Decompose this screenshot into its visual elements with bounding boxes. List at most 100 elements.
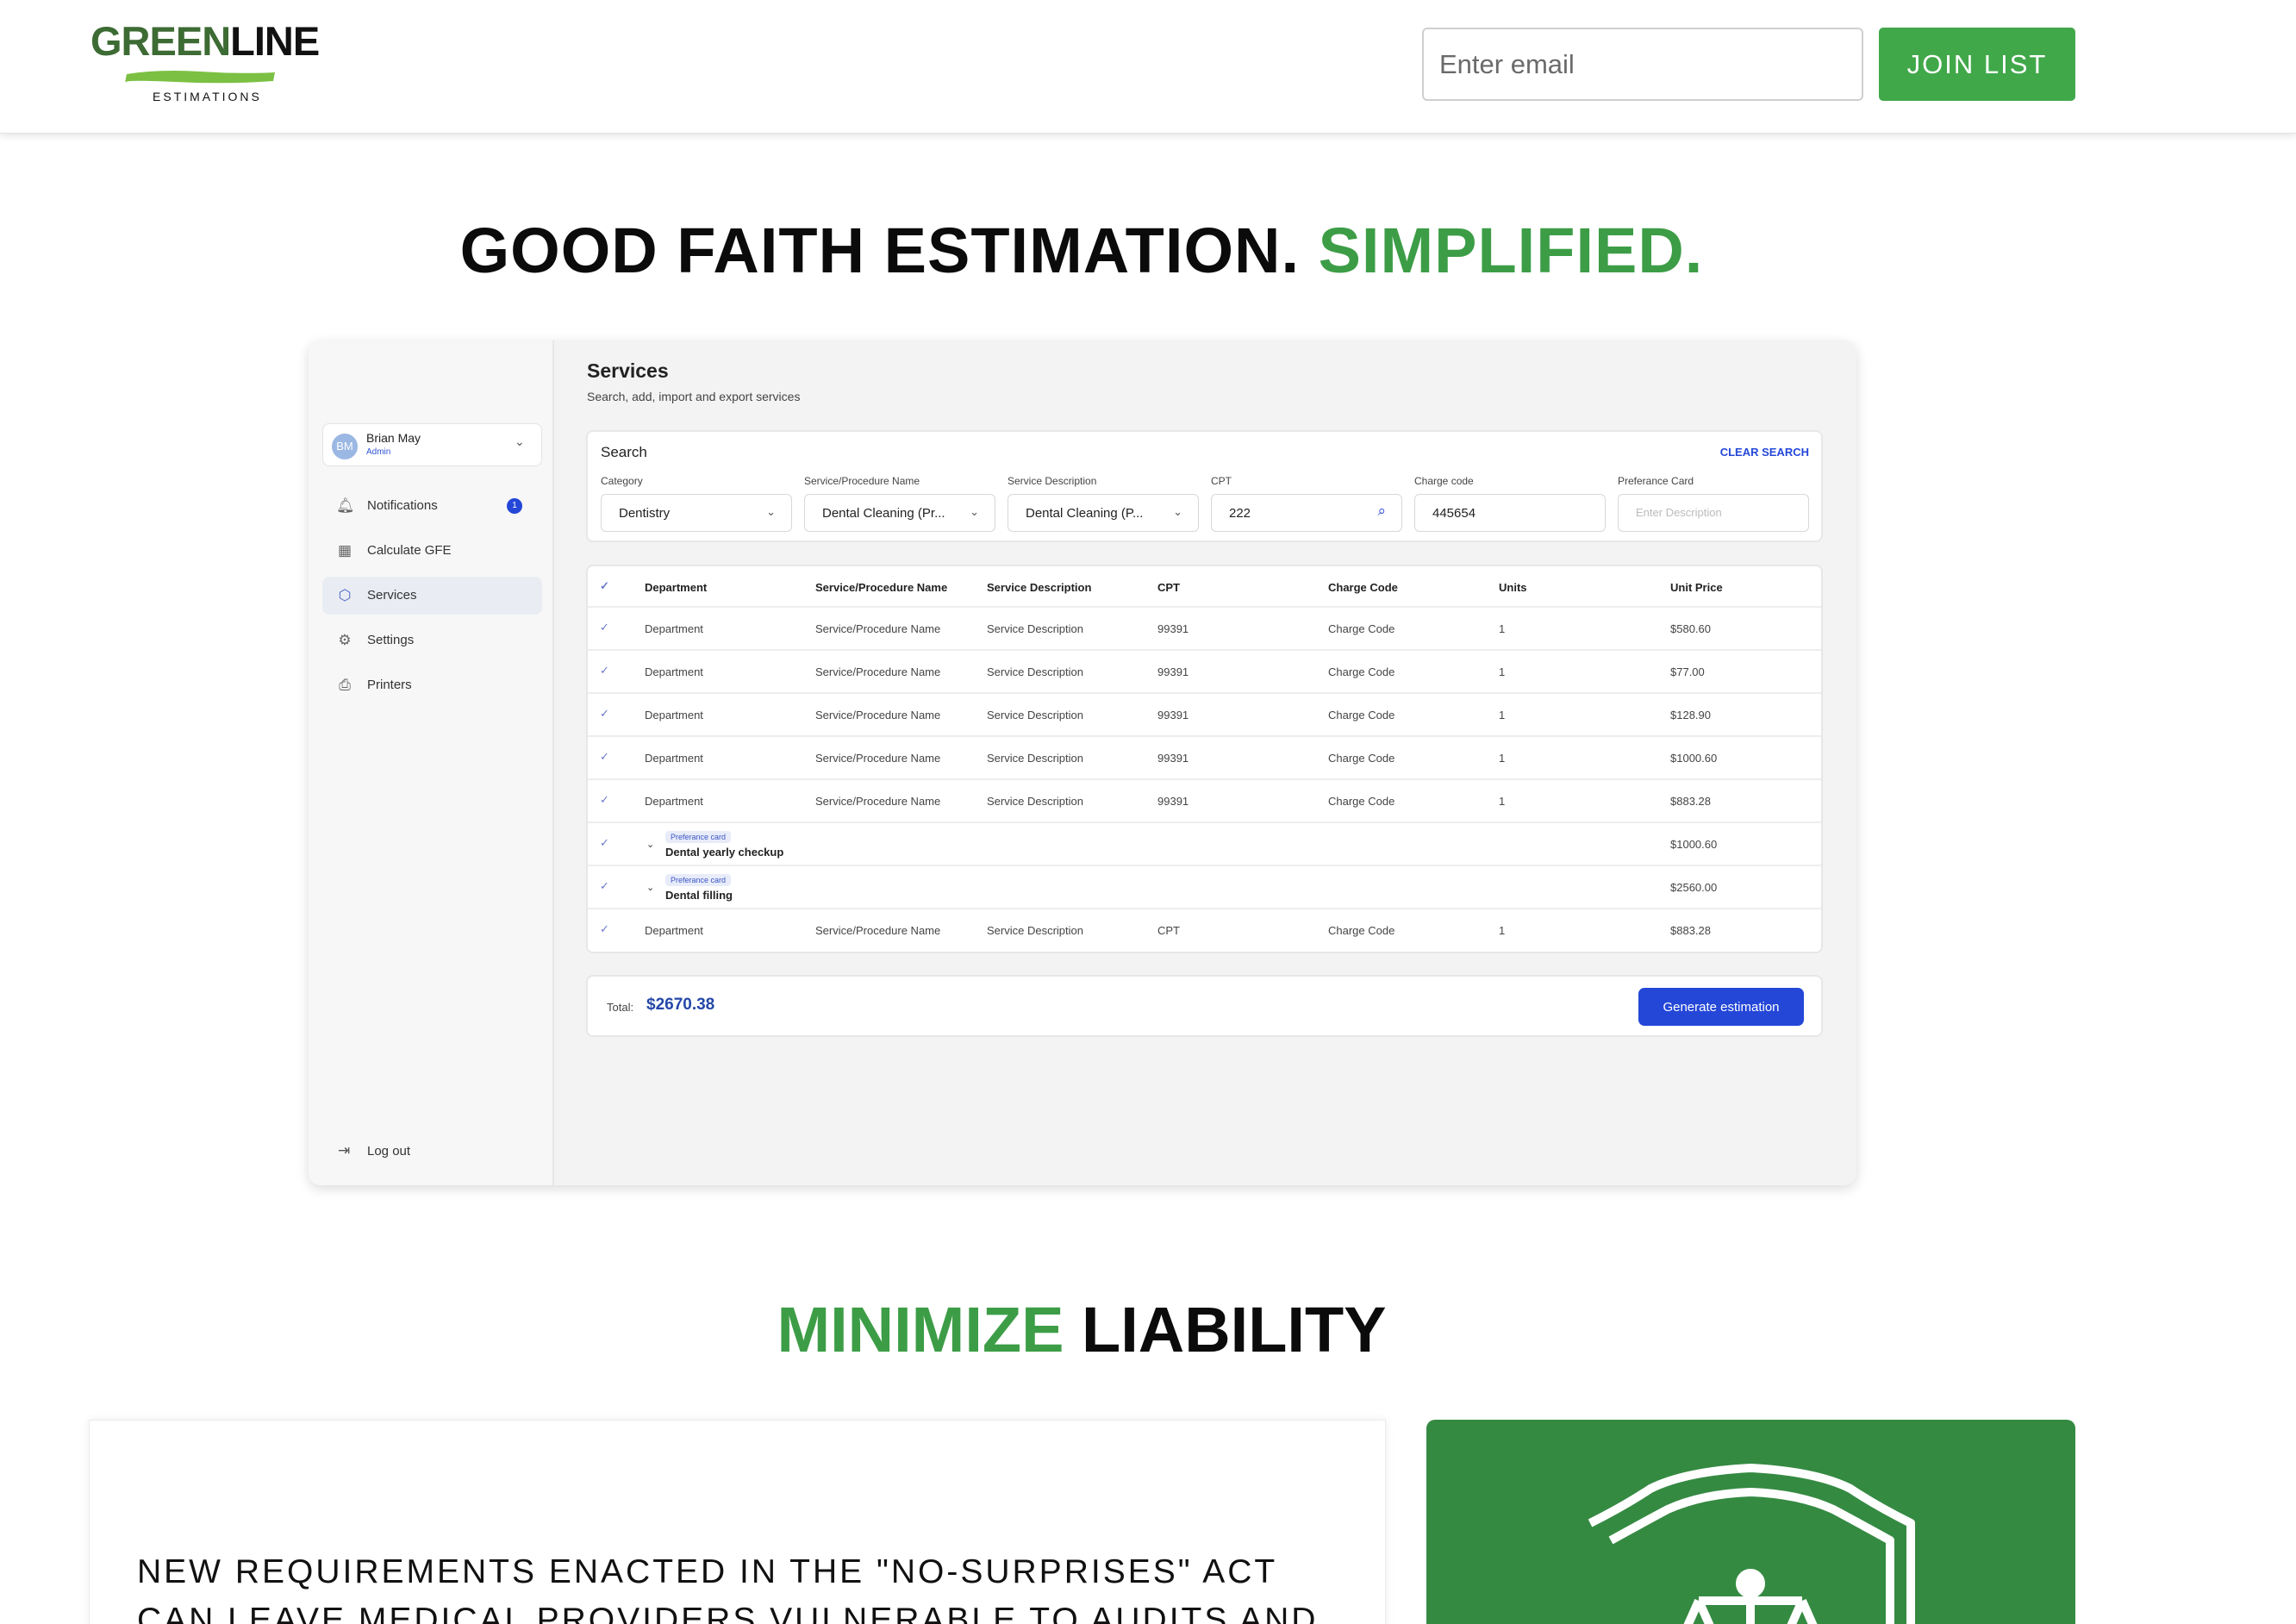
table-row[interactable]: ✓ Department Service/Procedure Name Serv… xyxy=(588,651,1821,694)
chevron-down-icon[interactable]: ⌄ xyxy=(646,839,654,850)
preference-card-input[interactable]: Enter Description xyxy=(1618,494,1809,532)
gear-icon: ⚙ xyxy=(338,632,352,648)
field-label: Service Description xyxy=(1008,475,1097,487)
sidebar-item-label: Services xyxy=(367,588,417,603)
generate-estimation-button[interactable]: Generate estimation xyxy=(1638,988,1804,1026)
logo-wordmark: GREENLINE xyxy=(90,18,320,64)
email-input[interactable] xyxy=(1422,28,1863,101)
logo-brush-stroke xyxy=(124,71,275,84)
preference-card-name: Dental filling xyxy=(665,889,733,902)
logout-label: Log out xyxy=(367,1144,411,1159)
hero-headline-green: SIMPLIFIED. xyxy=(1318,215,1704,286)
procedure-name-select[interactable]: Dental Cleaning (Pr... ⌄ xyxy=(804,494,995,532)
search-panel-title: Search xyxy=(601,444,647,460)
cpt-input[interactable]: 222 ⌕ xyxy=(1211,494,1402,532)
user-name: Brian May xyxy=(366,431,421,445)
total-label: Total: xyxy=(607,1001,634,1014)
chevron-down-icon: ⌄ xyxy=(970,505,979,518)
hero-headline: GOOD FAITH ESTIMATION. SIMPLIFIED. xyxy=(0,214,2163,287)
cube-icon: ⬡ xyxy=(338,587,352,603)
liability-icon-card xyxy=(1426,1420,2075,1624)
services-table: ✓ Department Service/Procedure Name Serv… xyxy=(586,565,1823,953)
app-screenshot-mockup: BM Brian May Admin ⌄ 🔔︎ Notifications 1 … xyxy=(309,340,1856,1185)
sidebar-item-notifications[interactable]: 🔔︎ Notifications 1 xyxy=(322,487,542,525)
total-bar: Total: $2670.38 Generate estimation xyxy=(586,975,1823,1037)
section-headline-dark: LIABILITY xyxy=(1082,1294,1387,1365)
preference-card-name: Dental yearly checkup xyxy=(665,846,784,859)
calculator-icon: ▦ xyxy=(337,542,353,559)
column-header[interactable]: Service Description xyxy=(987,581,1091,594)
table-row[interactable]: ✓ Department Service/Procedure Name Serv… xyxy=(588,780,1821,823)
column-header[interactable]: Units xyxy=(1499,581,1527,594)
chevron-down-icon: ⌄ xyxy=(766,505,776,518)
join-list-button[interactable]: JOIN LIST xyxy=(1879,28,2075,101)
row-checkbox[interactable]: ✓ xyxy=(600,922,609,936)
row-checkbox[interactable]: ✓ xyxy=(600,793,609,807)
avatar: BM xyxy=(332,434,358,459)
user-role: Admin xyxy=(366,447,391,457)
table-header-row: ✓ Department Service/Procedure Name Serv… xyxy=(588,566,1821,608)
logout-icon: ⇥ xyxy=(338,1142,351,1159)
select-all-checkbox[interactable]: ✓ xyxy=(600,579,609,593)
row-checkbox[interactable]: ✓ xyxy=(600,750,609,764)
logo-subtitle: ESTIMATIONS xyxy=(153,90,262,103)
notification-count-badge: 1 xyxy=(507,498,522,514)
printer-icon: ⎙ xyxy=(339,677,351,693)
preference-card-tag: Preferance card xyxy=(665,874,732,886)
liability-text-card: NEW REQUIREMENTS ENACTED IN THE "NO-SURP… xyxy=(89,1420,1386,1624)
field-label: CPT xyxy=(1211,475,1232,487)
field-label: Preferance Card xyxy=(1618,475,1694,487)
chevron-down-icon: ⌄ xyxy=(1173,505,1182,518)
user-switcher[interactable]: BM Brian May Admin ⌄ xyxy=(322,423,542,466)
sidebar-item-label: Calculate GFE xyxy=(367,543,452,558)
sidebar-item-settings[interactable]: ⚙ Settings xyxy=(322,621,542,659)
hero-headline-dark: GOOD FAITH ESTIMATION. xyxy=(459,215,1300,286)
column-header[interactable]: CPT xyxy=(1157,581,1180,594)
preference-card-row[interactable]: ✓ ⌄ Preferance card Dental filling $2560… xyxy=(588,866,1821,909)
category-select[interactable]: Dentistry ⌄ xyxy=(601,494,792,532)
app-sidebar: BM Brian May Admin ⌄ 🔔︎ Notifications 1 … xyxy=(309,340,554,1185)
section-headline-green: MINIMIZE xyxy=(777,1294,1064,1365)
sidebar-item-label: Printers xyxy=(367,678,412,692)
table-row[interactable]: ✓ Department Service/Procedure Name Serv… xyxy=(588,694,1821,737)
top-navbar: GREENLINE ESTIMATIONS JOIN LIST xyxy=(0,0,2296,134)
table-row[interactable]: ✓ Department Service/Procedure Name Serv… xyxy=(588,608,1821,651)
field-label: Category xyxy=(601,475,643,487)
service-description-select[interactable]: Dental Cleaning (P... ⌄ xyxy=(1008,494,1199,532)
search-icon[interactable]: ⌕ xyxy=(1377,503,1386,520)
shield-scales-icon xyxy=(1588,1464,1915,1624)
charge-code-input[interactable]: 445654 xyxy=(1414,494,1606,532)
clear-search-link[interactable]: CLEAR SEARCH xyxy=(1720,446,1809,459)
row-checkbox[interactable]: ✓ xyxy=(600,879,609,893)
liability-body-text: NEW REQUIREMENTS ENACTED IN THE "NO-SURP… xyxy=(137,1553,1319,1624)
preference-card-tag: Preferance card xyxy=(665,831,732,843)
page-subtitle: Search, add, import and export services xyxy=(587,390,801,403)
sidebar-item-label: Settings xyxy=(367,633,415,647)
column-header[interactable]: Service/Procedure Name xyxy=(815,581,947,594)
field-label: Charge code xyxy=(1414,475,1474,487)
column-header[interactable]: Department xyxy=(645,581,707,594)
row-checkbox[interactable]: ✓ xyxy=(600,707,609,721)
column-header[interactable]: Unit Price xyxy=(1670,581,1723,594)
table-row[interactable]: ✓ Department Service/Procedure Name Serv… xyxy=(588,909,1821,953)
section-headline: MINIMIZE LIABILITY xyxy=(0,1293,2163,1366)
row-checkbox[interactable]: ✓ xyxy=(600,836,609,850)
sidebar-item-calculate-gfe[interactable]: ▦ Calculate GFE xyxy=(322,532,542,570)
row-checkbox[interactable]: ✓ xyxy=(600,664,609,678)
sidebar-item-printers[interactable]: ⎙ Printers xyxy=(322,666,542,704)
page-title: Services xyxy=(587,359,669,382)
services-page: Services Search, add, import and export … xyxy=(554,340,1856,1185)
total-value: $2670.38 xyxy=(646,996,715,1014)
bell-icon: 🔔︎ xyxy=(336,497,355,514)
column-header[interactable]: Charge Code xyxy=(1328,581,1398,594)
greenline-logo[interactable]: GREENLINE ESTIMATIONS xyxy=(90,17,320,108)
search-panel: Search CLEAR SEARCH Category Dentistry ⌄ … xyxy=(586,430,1823,542)
field-label: Service/Procedure Name xyxy=(804,475,920,487)
chevron-down-icon[interactable]: ⌄ xyxy=(646,882,654,893)
preference-card-row[interactable]: ✓ ⌄ Preferance card Dental yearly checku… xyxy=(588,823,1821,866)
logout-button[interactable]: ⇥ Log out xyxy=(322,1134,542,1168)
row-checkbox[interactable]: ✓ xyxy=(600,621,609,634)
table-row[interactable]: ✓ Department Service/Procedure Name Serv… xyxy=(588,737,1821,780)
sidebar-item-services[interactable]: ⬡ Services xyxy=(322,577,542,615)
chevron-down-icon: ⌄ xyxy=(515,434,525,448)
